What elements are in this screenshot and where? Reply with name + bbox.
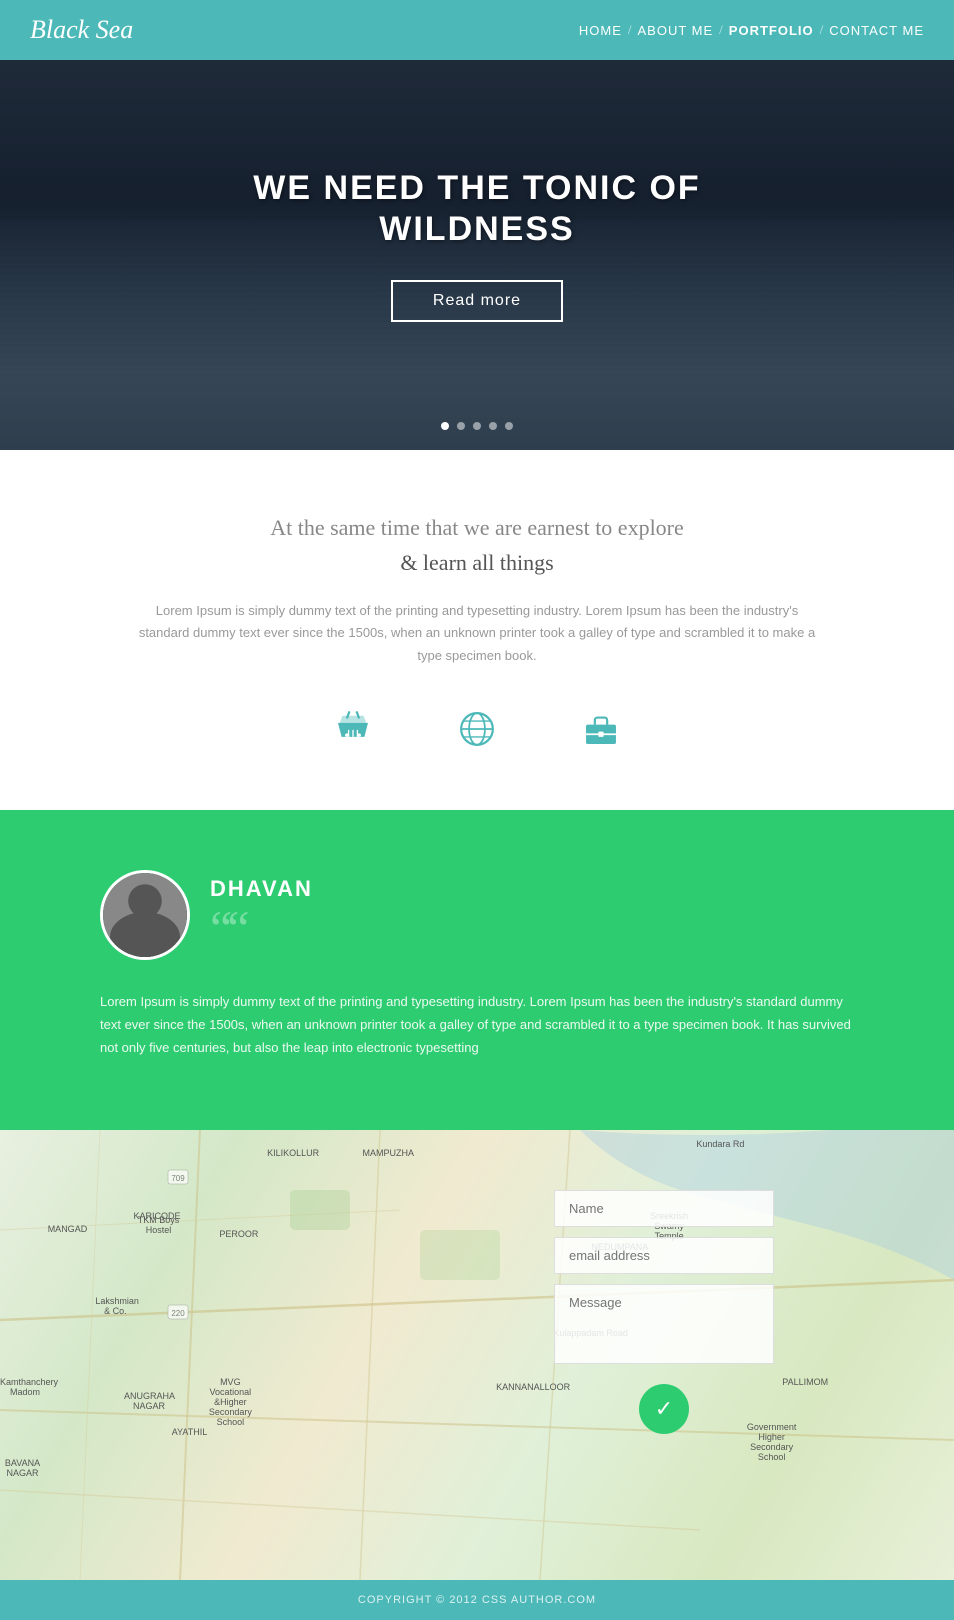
intro-section: At the same time that we are earnest to …	[0, 450, 954, 810]
map-label-kundara: Kundara Rd	[696, 1139, 744, 1149]
read-more-button[interactable]: Read more	[391, 280, 563, 322]
svg-text:220: 220	[171, 1309, 185, 1318]
nav-sep-3: /	[820, 22, 824, 38]
map-label-pallimom: PALLIMOM	[782, 1377, 828, 1387]
dot-5[interactable]	[505, 422, 513, 430]
nav-sep-1: /	[628, 22, 632, 38]
name-input[interactable]	[554, 1190, 774, 1227]
nav-contact[interactable]: CONTACT ME	[829, 23, 924, 38]
hero-content: WE NEED THE TONIC OF WILDNESS Read more	[253, 168, 700, 322]
testimonial-section: DHAVAN ““ Lorem Ipsum is simply dummy te…	[0, 810, 954, 1130]
email-input[interactable]	[554, 1237, 774, 1274]
nav-home[interactable]: HOME	[579, 23, 622, 38]
map-label-peroor: PEROOR	[219, 1229, 258, 1239]
briefcase-icon	[579, 707, 623, 760]
hero-title: WE NEED THE TONIC OF WILDNESS	[253, 168, 700, 250]
map-label-mangad: MANGAD	[48, 1224, 88, 1234]
intro-text: Lorem Ipsum is simply dummy text of the …	[137, 600, 817, 666]
site-logo: Black Sea	[30, 15, 133, 45]
dot-1[interactable]	[441, 422, 449, 430]
map-label-bavana: BAVANA NAGAR	[0, 1458, 45, 1478]
testimonial-name: DHAVAN	[210, 876, 313, 902]
site-header: Black Sea HOME / ABOUT ME / PORTFOLIO / …	[0, 0, 954, 60]
site-footer: COPYRIGHT © 2012 CSS AUTHOR.COM	[0, 1580, 954, 1620]
map-label-mampuzha: MAMPUZHA	[363, 1148, 415, 1158]
intro-heading: At the same time that we are earnest to …	[80, 510, 874, 580]
hero-section: WE NEED THE TONIC OF WILDNESS Read more	[0, 60, 954, 450]
globe-icon	[455, 707, 499, 760]
map-label-mvg: MVG Vocational &Higher Secondary School	[200, 1377, 260, 1427]
map-label-anugraha: ANUGRAHA NAGAR	[124, 1391, 174, 1411]
contact-form: ✓	[554, 1190, 774, 1434]
basket-icon	[331, 707, 375, 760]
testimonial-header: DHAVAN ““	[100, 870, 854, 960]
map-label-kamthanchery: Kamthanchery Madom	[0, 1377, 50, 1397]
testimonial-info: DHAVAN ““	[210, 876, 313, 953]
map-label-kilikollur: KILIKOLLUR	[267, 1148, 319, 1158]
dot-2[interactable]	[457, 422, 465, 430]
nav-about[interactable]: ABOUT ME	[637, 23, 713, 38]
svg-text:709: 709	[171, 1174, 185, 1183]
map-svg: 709 220	[0, 1130, 954, 1580]
footer-text: COPYRIGHT © 2012 CSS AUTHOR.COM	[358, 1594, 596, 1606]
message-input[interactable]	[554, 1284, 774, 1364]
map-label-ayathil: AYATHIL	[172, 1427, 208, 1437]
map-label-lakshmian: Lakshmian & Co.	[95, 1296, 135, 1316]
hero-dots	[441, 422, 513, 430]
quote-marks: ““	[210, 903, 313, 953]
dot-4[interactable]	[489, 422, 497, 430]
main-nav: HOME / ABOUT ME / PORTFOLIO / CONTACT ME	[579, 22, 924, 38]
map-label-tkm: TKM Boys Hostel	[134, 1215, 184, 1235]
testimonial-text: Lorem Ipsum is simply dummy text of the …	[100, 990, 854, 1060]
feature-icons	[80, 707, 874, 760]
dot-3[interactable]	[473, 422, 481, 430]
submit-button[interactable]: ✓	[639, 1384, 689, 1434]
avatar	[100, 870, 190, 960]
nav-sep-2: /	[719, 22, 723, 38]
contact-section: 709 220 KILIKOLLUR MAMPUZHA Kundara Rd K…	[0, 1130, 954, 1580]
nav-portfolio[interactable]: PORTFOLIO	[729, 23, 814, 38]
